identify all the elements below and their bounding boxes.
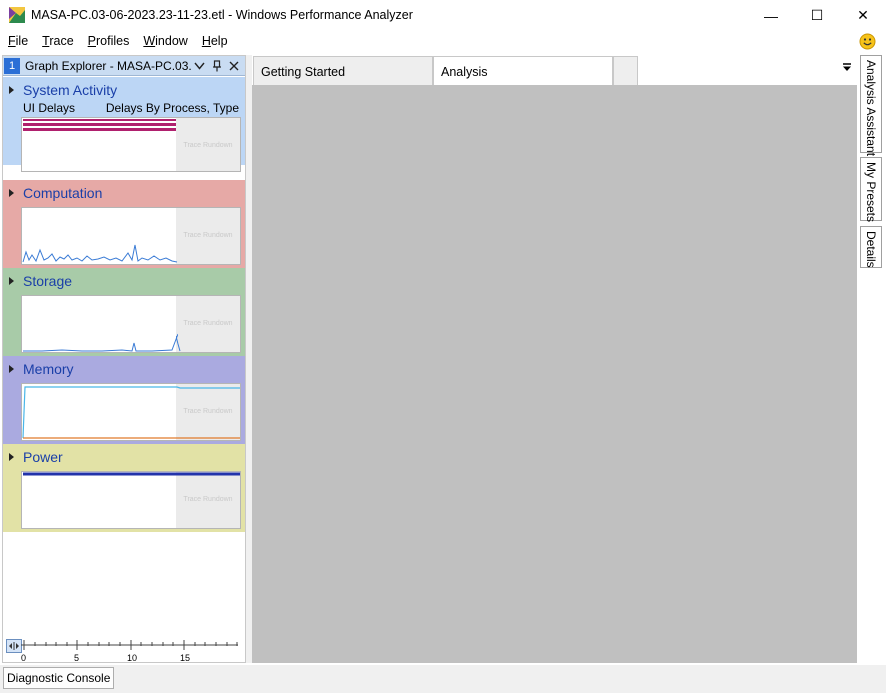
- cpu-usage-line: [22, 244, 178, 263]
- disk-usage-line: [23, 333, 178, 352]
- menu-profiles-label: rofiles: [96, 34, 130, 48]
- group-title: Storage: [23, 273, 73, 289]
- memory-usage-line: [22, 386, 240, 439]
- trace-rundown-text: Trace Rundown: [183, 142, 233, 149]
- trace-rundown-overlay: Trace Rundown: [176, 118, 240, 171]
- group-system-activity[interactable]: System Activity UI Delays Delays By Proc…: [3, 77, 245, 172]
- side-tab-label: Analysis Assistant: [864, 60, 878, 157]
- diagnostic-console-button[interactable]: Diagnostic Console: [3, 667, 115, 689]
- axis-tick-label: 10: [127, 653, 138, 663]
- side-tab-my-presets[interactable]: My Presets: [860, 157, 882, 223]
- menu-window[interactable]: Window: [143, 34, 187, 48]
- tab-list-dropdown-icon[interactable]: [842, 62, 852, 75]
- menu-help[interactable]: Help: [202, 34, 228, 48]
- menu-file[interactable]: File: [8, 34, 28, 48]
- side-tab-details[interactable]: Details: [860, 226, 882, 268]
- status-bar: Diagnostic Console: [0, 665, 886, 693]
- expand-arrow-icon[interactable]: [9, 453, 14, 461]
- expand-arrow-icon[interactable]: [9, 86, 14, 94]
- menu-profiles-accel: P: [87, 34, 96, 48]
- group-title: System Activity: [23, 82, 118, 98]
- trace-rundown-overlay: Trace Rundown: [176, 208, 240, 264]
- expand-arrow-icon[interactable]: [9, 189, 14, 197]
- group-computation[interactable]: Computation Trace Rundown: [3, 180, 245, 268]
- menu-help-accel: H: [201, 34, 211, 48]
- power-line: [23, 472, 240, 476]
- group-storage[interactable]: Storage Trace Rundown: [3, 268, 245, 356]
- graph-explorer-header: 1 Graph Explorer - MASA-PC.03...: [3, 56, 245, 76]
- tab-new[interactable]: [613, 56, 638, 85]
- side-tab-label: Details: [864, 231, 878, 268]
- expand-arrow-icon[interactable]: [9, 365, 14, 373]
- menu-window-accel: W: [143, 34, 156, 48]
- graph-thumbnail-ui-delays[interactable]: Trace Rundown: [21, 117, 241, 172]
- graph-thumbnail-computation[interactable]: Trace Rundown: [21, 207, 241, 265]
- graph-thumbnail-power[interactable]: Trace Rundown: [21, 471, 241, 529]
- tab-analysis[interactable]: Analysis: [433, 56, 613, 85]
- pin-icon[interactable]: [208, 58, 225, 74]
- group-title: Power: [23, 449, 63, 465]
- delays-by-process-label: Delays By Process, Type: [105, 101, 239, 115]
- menu-trace-label: race: [49, 34, 74, 48]
- window-title: MASA-PC.03-06-2023.23-11-23.etl - Window…: [31, 8, 413, 22]
- menu-file-accel: F: [8, 34, 16, 48]
- axis-tick-label: 5: [74, 653, 80, 663]
- axis-ticks: [21, 640, 238, 650]
- group-power[interactable]: Power Trace Rundown: [3, 444, 245, 532]
- maximize-button[interactable]: ☐: [794, 0, 840, 31]
- panel-close-icon[interactable]: [225, 58, 242, 74]
- feedback-smiley-icon[interactable]: [859, 33, 876, 50]
- tab-getting-started[interactable]: Getting Started: [253, 56, 433, 85]
- graph-explorer-panel: 1 Graph Explorer - MASA-PC.03... System …: [2, 55, 246, 663]
- graph-thumbnail-storage[interactable]: Trace Rundown: [21, 295, 241, 353]
- panel-number-badge: 1: [4, 57, 20, 74]
- menu-window-label: indow: [155, 34, 188, 48]
- side-tab-label: My Presets: [864, 162, 878, 223]
- ui-delays-label: UI Delays: [23, 101, 76, 115]
- close-button[interactable]: ✕: [840, 0, 886, 31]
- menu-trace[interactable]: Trace: [42, 34, 74, 48]
- menu-bar: File Trace Profiles Window Help: [0, 31, 886, 51]
- analysis-tab-strip: Getting Started Analysis: [252, 55, 858, 85]
- group-title: Memory: [23, 361, 74, 377]
- group-title: Computation: [23, 185, 103, 201]
- panel-dropdown-icon[interactable]: [191, 58, 208, 74]
- graph-explorer-title: Graph Explorer - MASA-PC.03...: [25, 58, 191, 73]
- time-axis: 0 5 10 15: [3, 636, 245, 664]
- title-bar: MASA-PC.03-06-2023.23-11-23.etl - Window…: [0, 0, 886, 31]
- minimize-button[interactable]: —: [748, 0, 794, 31]
- menu-profiles[interactable]: Profiles: [88, 34, 130, 48]
- group-memory[interactable]: Memory Trace Rundown: [3, 356, 245, 444]
- axis-tick-label: 0: [21, 653, 27, 663]
- zoom-to-fit-icon[interactable]: [6, 639, 22, 653]
- ui-delays-bars: [23, 119, 176, 131]
- trace-rundown-text: Trace Rundown: [183, 232, 233, 239]
- axis-tick-label: 15: [180, 653, 191, 663]
- wpa-app-icon: [9, 7, 25, 23]
- graph-thumbnail-memory[interactable]: Trace Rundown: [21, 383, 241, 441]
- expand-arrow-icon[interactable]: [9, 277, 14, 285]
- menu-file-label: ile: [15, 34, 29, 48]
- side-tab-analysis-assistant[interactable]: Analysis Assistant: [860, 55, 882, 157]
- menu-help-label: elp: [210, 34, 228, 48]
- analysis-workspace[interactable]: [252, 85, 857, 663]
